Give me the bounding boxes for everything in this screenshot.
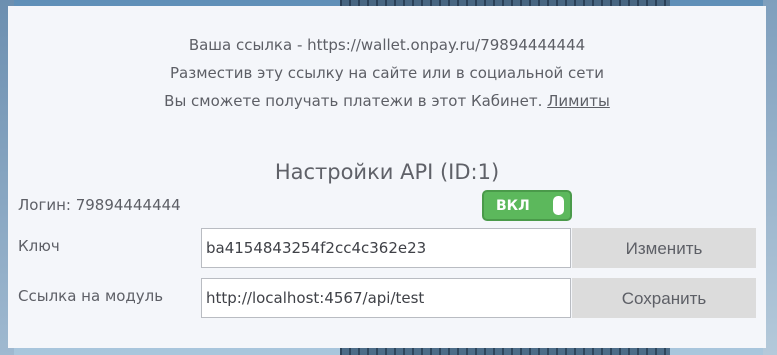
save-button[interactable]: Сохранить — [572, 278, 756, 318]
api-settings-title: Настройки API (ID:1) — [274, 160, 500, 184]
toggle-label: ВКЛ — [496, 198, 530, 214]
api-key-input[interactable] — [201, 228, 571, 268]
toggle-knob — [553, 196, 564, 215]
limits-link[interactable]: Лимиты — [547, 92, 610, 110]
payments-hint-line: Вы сможете получать платежи в этот Кабин… — [8, 92, 766, 110]
module-link-input[interactable] — [201, 278, 571, 318]
api-settings-panel: Ваша ссылка - https://wallet.onpay.ru/79… — [8, 6, 766, 348]
change-key-button[interactable]: Изменить — [572, 228, 756, 268]
api-enabled-toggle[interactable]: ВКЛ — [482, 190, 572, 221]
wallet-link-text: Ваша ссылка - https://wallet.onpay.ru/79… — [188, 36, 586, 54]
placement-hint-text: Разместив эту ссылку на сайте или в соци… — [170, 64, 604, 82]
payments-hint-text: Вы сможете получать платежи в этот Кабин… — [164, 92, 543, 110]
key-label: Ключ — [18, 237, 60, 255]
module-link-label: Ссылка на модуль — [18, 287, 164, 305]
login-text: Логин: 79894444444 — [18, 196, 181, 214]
